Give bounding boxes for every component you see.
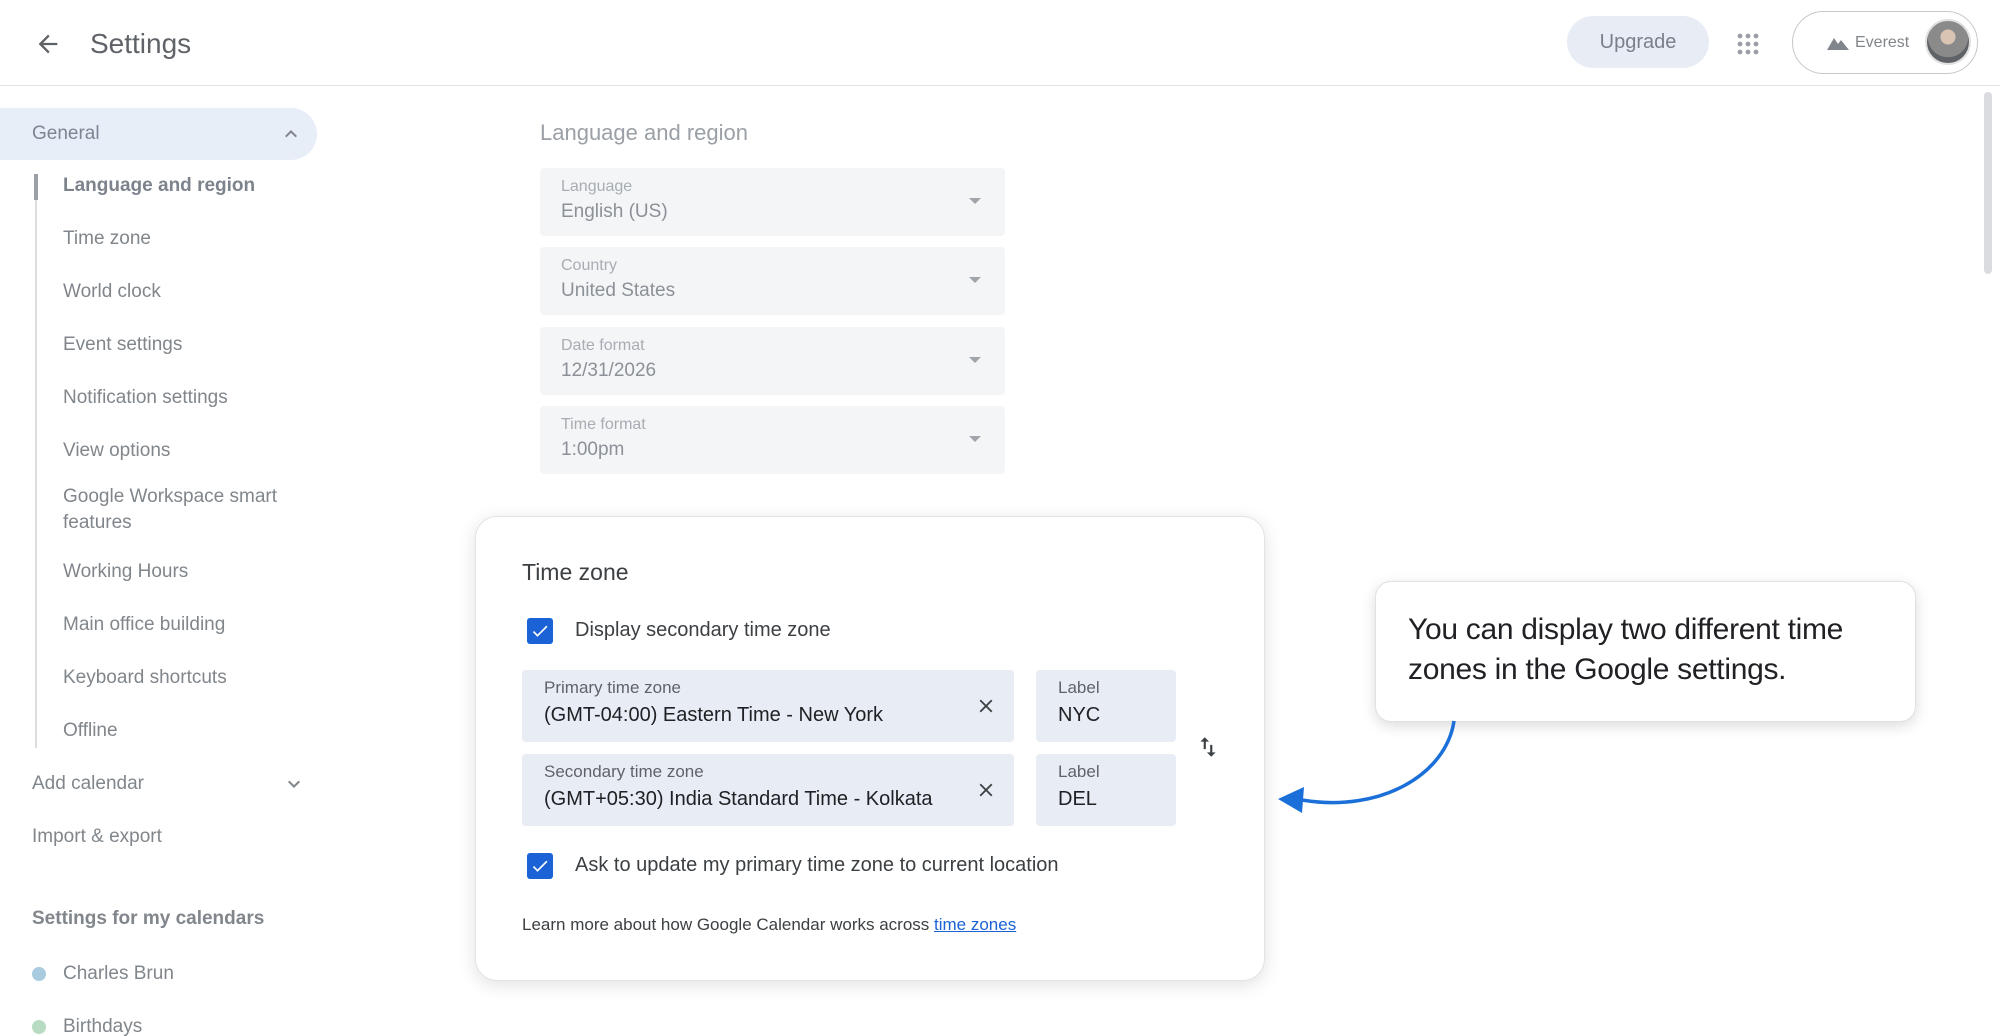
field-label: Primary time zone [544, 678, 681, 697]
calendar-item[interactable]: Birthdays [32, 1016, 142, 1036]
sidebar-item-working-hours[interactable]: Working Hours [63, 559, 188, 585]
secondary-time-zone-field[interactable]: Secondary time zone (GMT+05:30) India St… [522, 754, 1014, 826]
nav-import-export[interactable]: Import & export [32, 824, 162, 850]
primary-time-zone-field[interactable]: Primary time zone (GMT-04:00) Eastern Ti… [522, 670, 1014, 742]
clear-primary-button[interactable] [972, 692, 1000, 720]
language-region-heading: Language and region [540, 120, 748, 145]
page-title: Settings [90, 28, 192, 59]
upgrade-button[interactable]: Upgrade [1567, 16, 1709, 68]
field-label: Label [1058, 678, 1100, 697]
select-label: Time format [561, 416, 646, 433]
sidebar-item-notification-settings[interactable]: Notification settings [63, 385, 228, 411]
dropdown-caret-icon [969, 436, 981, 442]
tutorial-callout: You can display two different time zones… [1375, 581, 1916, 722]
select-value: English (US) [561, 201, 668, 222]
sidebar-item-event-settings[interactable]: Event settings [63, 332, 182, 358]
sub-nav-active-indicator [34, 174, 38, 200]
calendar-name: Birthdays [63, 1016, 143, 1036]
close-icon [979, 699, 993, 713]
calendar-color-dot [32, 1020, 46, 1034]
check-icon [532, 625, 548, 637]
field-value: NYC [1058, 704, 1101, 726]
field-label: Label [1058, 762, 1100, 781]
select-value: 1:00pm [561, 439, 625, 460]
select-label: Country [561, 257, 618, 274]
dropdown-caret-icon [969, 357, 981, 363]
field-value: (GMT+05:30) India Standard Time - Kolkat… [544, 788, 933, 810]
time-zone-title: Time zone [522, 559, 629, 585]
apps-button[interactable] [1726, 22, 1770, 66]
chevron-up-icon [285, 130, 297, 138]
select-value: United States [561, 280, 676, 301]
sidebar-item-time-zone[interactable]: Time zone [63, 226, 151, 252]
nav-general-label: General [32, 123, 100, 144]
callout-arrow-icon [1278, 720, 1456, 813]
sidebar-item-keyboard-shortcuts[interactable]: Keyboard shortcuts [63, 665, 227, 691]
learn-more-prefix: Learn more about how Google Calendar wor… [522, 915, 934, 934]
time-format-select[interactable]: Time format 1:00pm [540, 406, 1005, 474]
top-app-bar: Settings Upgrade Everest [0, 0, 2000, 86]
swap-time-zones-button[interactable] [1192, 731, 1224, 763]
field-value: (GMT-04:00) Eastern Time - New York [544, 704, 884, 726]
calendar-name: Charles Brun [63, 963, 174, 984]
primary-label-field[interactable]: Label NYC [1036, 670, 1176, 742]
callout-text: You can display two different time zones… [1408, 613, 1844, 686]
time-zone-card: Time zone Display secondary time zone Pr… [475, 516, 1265, 981]
field-label: Secondary time zone [544, 762, 704, 781]
nav-general[interactable]: General [0, 108, 317, 160]
nav-add-calendar[interactable]: Add calendar [32, 771, 144, 797]
country-select[interactable]: Country United States [540, 247, 1005, 315]
sidebar-item-language-region[interactable]: Language and region [63, 173, 255, 199]
arrow-left-icon [38, 34, 58, 54]
learn-more-text: Learn more about how Google Calendar wor… [522, 915, 1016, 935]
language-select[interactable]: Language English (US) [540, 168, 1005, 236]
field-value: DEL [1058, 788, 1097, 810]
select-label: Date format [561, 337, 645, 354]
display-secondary-label: Display secondary time zone [575, 619, 831, 641]
time-zones-link[interactable]: time zones [934, 915, 1016, 934]
calendar-item[interactable]: Charles Brun [32, 963, 174, 985]
secondary-label-field[interactable]: Label DEL [1036, 754, 1176, 826]
sidebar-item-view-options[interactable]: View options [63, 438, 170, 464]
dropdown-caret-icon [969, 277, 981, 283]
clear-secondary-button[interactable] [972, 776, 1000, 804]
faded-section-heading [540, 1026, 680, 1036]
scrollbar-thumb[interactable] [1984, 92, 1992, 274]
chevron-down-icon[interactable] [282, 772, 306, 796]
avatar[interactable] [1925, 19, 1971, 65]
swap-vert-icon [1200, 737, 1216, 757]
sub-nav-rail [35, 174, 37, 748]
apps-grid-icon [1737, 33, 1759, 55]
account-name: Everest [1855, 33, 1910, 51]
date-format-select[interactable]: Date format 12/31/2026 [540, 327, 1005, 395]
dropdown-caret-icon [969, 198, 981, 204]
back-button[interactable] [28, 24, 68, 64]
sidebar-item-main-office-building[interactable]: Main office building [63, 612, 225, 638]
select-value: 12/31/2026 [561, 360, 657, 381]
sidebar-item-workspace-smart-features[interactable]: Google Workspace smart features [63, 484, 293, 536]
select-label: Language [561, 178, 633, 195]
close-icon [979, 783, 993, 797]
sidebar-item-world-clock[interactable]: World clock [63, 279, 161, 305]
settings-sidebar: General Language and region Time zone Wo… [0, 86, 330, 1036]
mountain-logo-icon [1827, 37, 1849, 50]
sidebar-item-offline[interactable]: Offline [63, 718, 118, 744]
account-switcher[interactable]: Everest [1792, 11, 1978, 74]
ask-update-checkbox[interactable] [527, 853, 553, 879]
display-secondary-checkbox[interactable] [527, 618, 553, 644]
my-calendars-heading: Settings for my calendars [32, 908, 265, 929]
check-icon [532, 860, 548, 872]
ask-update-label: Ask to update my primary time zone to cu… [575, 854, 1059, 876]
calendar-color-dot [32, 967, 46, 981]
